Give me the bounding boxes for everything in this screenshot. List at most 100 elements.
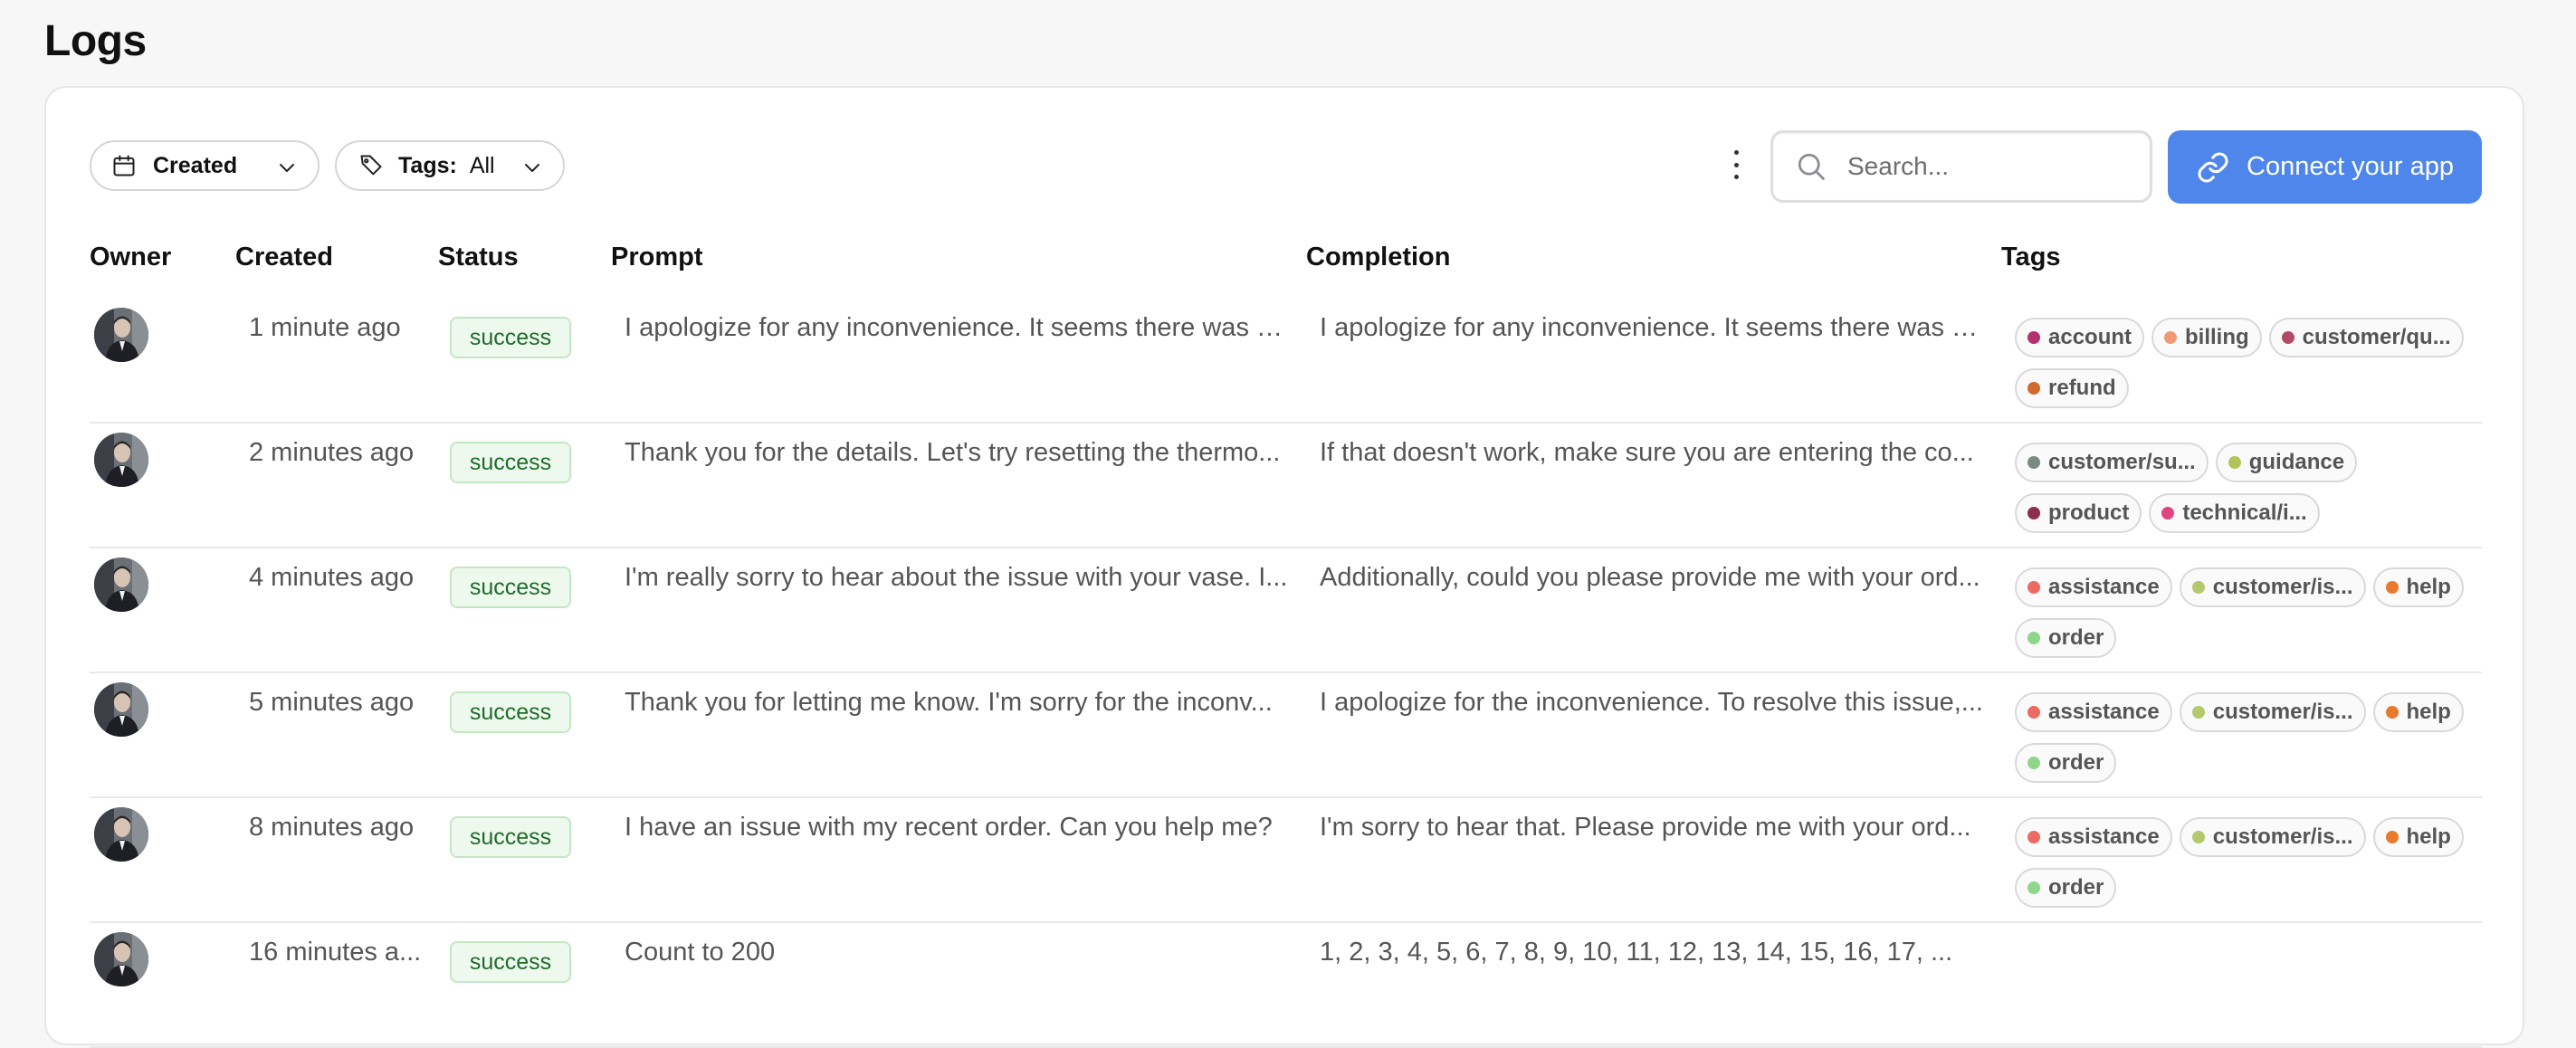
tag-icon — [360, 155, 382, 176]
table-row[interactable]: 8 minutes ago success I have an issue wi… — [90, 798, 2482, 923]
tag-chip[interactable]: customer/is... — [2179, 567, 2366, 607]
completion-cell: Additionally, could you please provide m… — [1320, 563, 1980, 592]
completion-cell: I apologize for any inconvenience. It se… — [1320, 313, 1985, 342]
tag-color-dot — [2027, 581, 2040, 594]
prompt-cell: I have an issue with my recent order. Ca… — [625, 813, 1273, 842]
tag-chip[interactable]: customer/is... — [2179, 692, 2366, 732]
tag-label: guidance — [2248, 450, 2345, 474]
tag-color-dot — [2027, 632, 2040, 644]
tag-chip[interactable]: customer/su... — [2015, 443, 2209, 482]
created-filter-button[interactable]: Created — [90, 140, 320, 191]
tag-color-dot — [2191, 831, 2205, 843]
tag-chip[interactable]: assistance — [2015, 817, 2172, 857]
tag-color-dot — [2385, 581, 2399, 594]
tag-label: customer/is... — [2212, 700, 2353, 724]
avatar — [94, 932, 148, 986]
created-filter-label: Created — [153, 152, 238, 178]
column-header-prompt[interactable]: Prompt — [611, 243, 703, 272]
tag-chip[interactable]: help — [2372, 692, 2464, 732]
page-title: Logs — [44, 17, 147, 65]
tags-cell: assistance customer/is... help order — [2015, 567, 2485, 658]
avatar — [94, 682, 148, 737]
tag-label: order — [2048, 750, 2104, 775]
tag-chip[interactable]: product — [2015, 493, 2142, 533]
column-header-completion[interactable]: Completion — [1306, 243, 1451, 272]
tag-color-dot — [2191, 706, 2205, 719]
more-options-icon[interactable] — [1727, 148, 1745, 181]
table-row[interactable]: 1 minute ago success I apologize for any… — [90, 299, 2482, 424]
created-cell: 1 minute ago — [249, 313, 401, 342]
search-input[interactable] — [1846, 151, 2121, 182]
completion-cell: I'm sorry to hear that. Please provide m… — [1320, 813, 1971, 842]
tag-chip[interactable]: refund — [2015, 368, 2129, 408]
connect-app-button[interactable]: Connect your app — [2168, 130, 2482, 204]
chevron-down-icon — [280, 164, 294, 172]
table-row[interactable]: 4 minutes ago success I'm really sorry t… — [90, 548, 2482, 673]
tag-label: refund — [2048, 376, 2116, 400]
tag-chip[interactable]: customer/is... — [2179, 817, 2366, 857]
tag-label: order — [2048, 625, 2104, 650]
tag-chip[interactable]: help — [2372, 817, 2464, 857]
tag-chip[interactable]: assistance — [2015, 567, 2172, 607]
tag-chip[interactable]: assistance — [2015, 692, 2172, 732]
tag-color-dot — [2385, 706, 2399, 719]
status-badge: success — [450, 442, 571, 483]
tags-cell: account billing customer/qu... refund — [2015, 318, 2485, 408]
created-cell: 8 minutes ago — [249, 813, 415, 842]
calendar-icon — [113, 155, 135, 176]
avatar — [94, 557, 148, 612]
tag-label: customer/qu... — [2302, 325, 2451, 349]
tag-chip[interactable]: guidance — [2215, 443, 2358, 482]
avatar — [94, 433, 148, 487]
column-header-owner[interactable]: Owner — [90, 243, 171, 272]
connect-app-label: Connect your app — [2247, 152, 2454, 181]
tag-chip[interactable]: account — [2015, 318, 2145, 357]
created-cell: 16 minutes a... — [249, 938, 422, 967]
tag-label: assistance — [2048, 575, 2160, 599]
table-row[interactable]: 2 minutes ago success Thank you for the … — [90, 424, 2482, 548]
tag-chip[interactable]: order — [2015, 743, 2117, 783]
tag-label: billing — [2185, 325, 2249, 349]
tags-filter-value: All — [469, 152, 495, 178]
column-header-tags[interactable]: Tags — [2001, 243, 2061, 272]
tag-label: order — [2048, 875, 2104, 900]
status-badge: success — [450, 941, 571, 983]
tag-label: help — [2406, 700, 2451, 724]
tag-color-dot — [2228, 456, 2241, 469]
tag-label: technical/i... — [2182, 500, 2307, 525]
tags-cell: assistance customer/is... help order — [2015, 817, 2485, 908]
prompt-cell: I apologize for any inconvenience. It se… — [625, 313, 1290, 342]
table-row[interactable]: 5 minutes ago success Thank you for lett… — [90, 673, 2482, 798]
tag-label: product — [2048, 500, 2130, 525]
tag-color-dot — [2027, 706, 2040, 719]
column-header-status[interactable]: Status — [438, 243, 519, 272]
tag-chip[interactable]: technical/i... — [2149, 493, 2320, 533]
search-box[interactable] — [1770, 130, 2152, 203]
tag-chip[interactable]: customer/qu... — [2268, 318, 2464, 357]
status-badge: success — [450, 567, 571, 608]
table-row[interactable]: 16 minutes a... success Count to 200 1, … — [90, 923, 2482, 1048]
tags-filter-button[interactable]: Tags: All — [335, 140, 565, 191]
column-header-created[interactable]: Created — [235, 243, 333, 272]
link-icon — [2198, 151, 2228, 183]
tag-color-dot — [2161, 507, 2175, 519]
tag-chip[interactable]: order — [2015, 618, 2117, 658]
tag-chip[interactable]: billing — [2151, 318, 2262, 357]
tags-filter-label: Tags: — [398, 152, 457, 178]
tag-chip[interactable]: order — [2015, 868, 2117, 908]
tag-color-dot — [2027, 331, 2040, 344]
tag-color-dot — [2027, 831, 2040, 843]
tag-chip[interactable]: help — [2372, 567, 2464, 607]
tag-label: customer/is... — [2212, 575, 2353, 599]
tag-color-dot — [2027, 382, 2040, 395]
prompt-cell: I'm really sorry to hear about the issue… — [625, 563, 1288, 592]
avatar — [94, 308, 148, 362]
status-badge: success — [450, 317, 571, 358]
tags-cell: assistance customer/is... help order — [2015, 692, 2485, 783]
tag-color-dot — [2191, 581, 2205, 594]
prompt-cell: Thank you for the details. Let's try res… — [625, 438, 1281, 467]
tag-label: help — [2406, 575, 2451, 599]
prompt-cell: Thank you for letting me know. I'm sorry… — [625, 688, 1273, 717]
completion-cell: If that doesn't work, make sure you are … — [1320, 438, 1974, 467]
tag-color-dot — [2164, 331, 2178, 344]
